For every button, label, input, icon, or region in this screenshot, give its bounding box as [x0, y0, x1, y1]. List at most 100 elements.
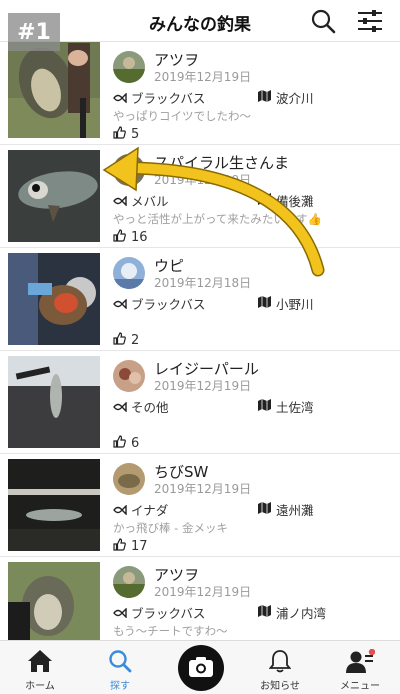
like-count: 17 — [131, 539, 148, 554]
map-icon — [258, 502, 271, 517]
map-icon — [258, 296, 271, 311]
post-date: 2019年12月19日 — [154, 173, 252, 187]
thumbs-up-icon — [113, 538, 126, 555]
catch-photo[interactable] — [8, 253, 100, 345]
fish-icon — [113, 92, 127, 103]
place-label: 備後灘 — [276, 194, 314, 209]
thumbs-up-icon — [113, 332, 126, 349]
map-icon — [258, 193, 271, 208]
place-row: 土佐湾 — [258, 397, 314, 416]
post-comment: かっ飛び棒 - 金メッキ — [113, 521, 228, 535]
page-title: みんなの釣果 — [149, 15, 251, 35]
post-date: 2019年12月18日 — [154, 276, 252, 290]
place-label: 遠州灘 — [276, 503, 314, 518]
place-row: 遠州灘 — [258, 500, 314, 519]
place-row: 浦ノ内湾 — [258, 603, 326, 622]
tab-home[interactable]: ホーム — [0, 641, 80, 694]
tab-label: メニュー — [340, 681, 380, 692]
filter-settings-icon[interactable] — [356, 8, 384, 34]
fish-icon — [113, 607, 127, 618]
list-item[interactable]: アツヲ 2019年12月19日 ブラックバス 波介川 やっぱりコイツでしたわ〜 … — [0, 42, 400, 145]
place-label: 土佐湾 — [276, 400, 314, 415]
like-button[interactable]: 16 — [113, 229, 148, 246]
species-label: メバル — [131, 194, 169, 209]
place-row: 波介川 — [258, 88, 314, 107]
species-row: メバル — [113, 191, 169, 210]
like-count: 5 — [131, 127, 140, 142]
fish-icon — [113, 401, 127, 412]
user-name[interactable]: スパイラル生さんま — [154, 152, 289, 173]
species-row: ブラックバス — [113, 603, 205, 622]
place-label: 浦ノ内湾 — [276, 606, 327, 621]
user-name[interactable]: アツヲ — [154, 49, 199, 70]
like-count: 6 — [131, 436, 140, 451]
list-item[interactable]: アツヲ 2019年12月19日 ブラックバス 浦ノ内湾 もう〜チートですわ〜 7 — [0, 557, 400, 640]
catch-photo[interactable] — [8, 150, 100, 242]
search-icon[interactable] — [310, 8, 336, 34]
catch-photo[interactable] — [8, 562, 100, 640]
tab-label: ホーム — [25, 681, 55, 692]
place-label: 小野川 — [276, 297, 314, 312]
post-comment: もう〜チートですわ〜 — [113, 624, 228, 638]
like-button[interactable]: 17 — [113, 538, 148, 555]
thumbs-up-icon — [113, 435, 126, 452]
tab-search[interactable]: 探す — [80, 641, 160, 694]
user-name[interactable]: レイジーパール — [154, 358, 259, 379]
tab-notifications[interactable]: お知らせ — [240, 641, 320, 694]
place-row: 小野川 — [258, 294, 314, 313]
camera-post-button[interactable] — [178, 645, 224, 691]
catch-feed[interactable]: アツヲ 2019年12月19日 ブラックバス 波介川 やっぱりコイツでしたわ〜 … — [0, 42, 400, 640]
species-label: ブラックバス — [131, 91, 206, 106]
thumbs-up-icon — [113, 126, 126, 143]
species-label: イナダ — [131, 503, 169, 518]
post-date: 2019年12月19日 — [154, 585, 252, 599]
user-name[interactable]: ウピ — [154, 255, 184, 276]
list-item[interactable]: ウピ 2019年12月18日 ブラックバス 小野川 2 — [0, 248, 400, 351]
like-button[interactable]: 6 — [113, 435, 139, 452]
search-icon — [109, 650, 132, 673]
place-label: 波介川 — [276, 91, 314, 106]
species-label: ブラックバス — [131, 606, 206, 621]
species-label: その他 — [131, 400, 169, 415]
avatar[interactable] — [113, 360, 145, 392]
tab-menu[interactable]: メニュー — [320, 641, 400, 694]
avatar[interactable] — [113, 566, 145, 598]
like-button[interactable]: 2 — [113, 332, 139, 349]
like-button[interactable]: 5 — [113, 126, 139, 143]
post-date: 2019年12月19日 — [154, 482, 252, 496]
post-comment: やっと活性が上がって来たみたいです👍 — [113, 212, 322, 226]
catch-photo[interactable] — [8, 459, 100, 551]
home-icon — [28, 650, 52, 672]
map-icon — [258, 605, 271, 620]
thumbs-up-icon — [113, 229, 126, 246]
user-menu-icon — [346, 649, 375, 673]
species-row: その他 — [113, 397, 169, 416]
list-item[interactable]: スパイラル生さんま 2019年12月19日 メバル 備後灘 やっと活性が上がって… — [0, 145, 400, 248]
map-icon — [258, 399, 271, 414]
post-comment: やっぱりコイツでしたわ〜 — [113, 109, 251, 123]
catch-photo[interactable] — [8, 356, 100, 448]
list-item[interactable]: レイジーパール 2019年12月19日 その他 土佐湾 6 — [0, 351, 400, 454]
step-badge: #1 — [8, 13, 60, 51]
user-name[interactable]: ちびSW — [154, 461, 208, 482]
like-count: 16 — [131, 230, 148, 245]
fish-icon — [113, 504, 127, 515]
avatar[interactable] — [113, 463, 145, 495]
species-row: ブラックバス — [113, 88, 205, 107]
list-item[interactable]: ちびSW 2019年12月19日 イナダ 遠州灘 かっ飛び棒 - 金メッキ 17 — [0, 454, 400, 557]
camera-icon — [189, 657, 213, 677]
fish-icon — [113, 298, 127, 309]
map-icon — [258, 90, 271, 105]
species-label: ブラックバス — [131, 297, 206, 312]
tab-label: お知らせ — [260, 681, 300, 692]
like-count: 2 — [131, 333, 140, 348]
place-row: 備後灘 — [258, 191, 314, 210]
post-date: 2019年12月19日 — [154, 70, 252, 84]
app-header: みんなの釣果 — [0, 0, 400, 42]
tab-label: 探す — [110, 681, 130, 692]
user-name[interactable]: アツヲ — [154, 564, 199, 585]
catch-photo[interactable] — [8, 42, 100, 138]
avatar[interactable] — [113, 154, 145, 186]
avatar[interactable] — [113, 257, 145, 289]
avatar[interactable] — [113, 51, 145, 83]
